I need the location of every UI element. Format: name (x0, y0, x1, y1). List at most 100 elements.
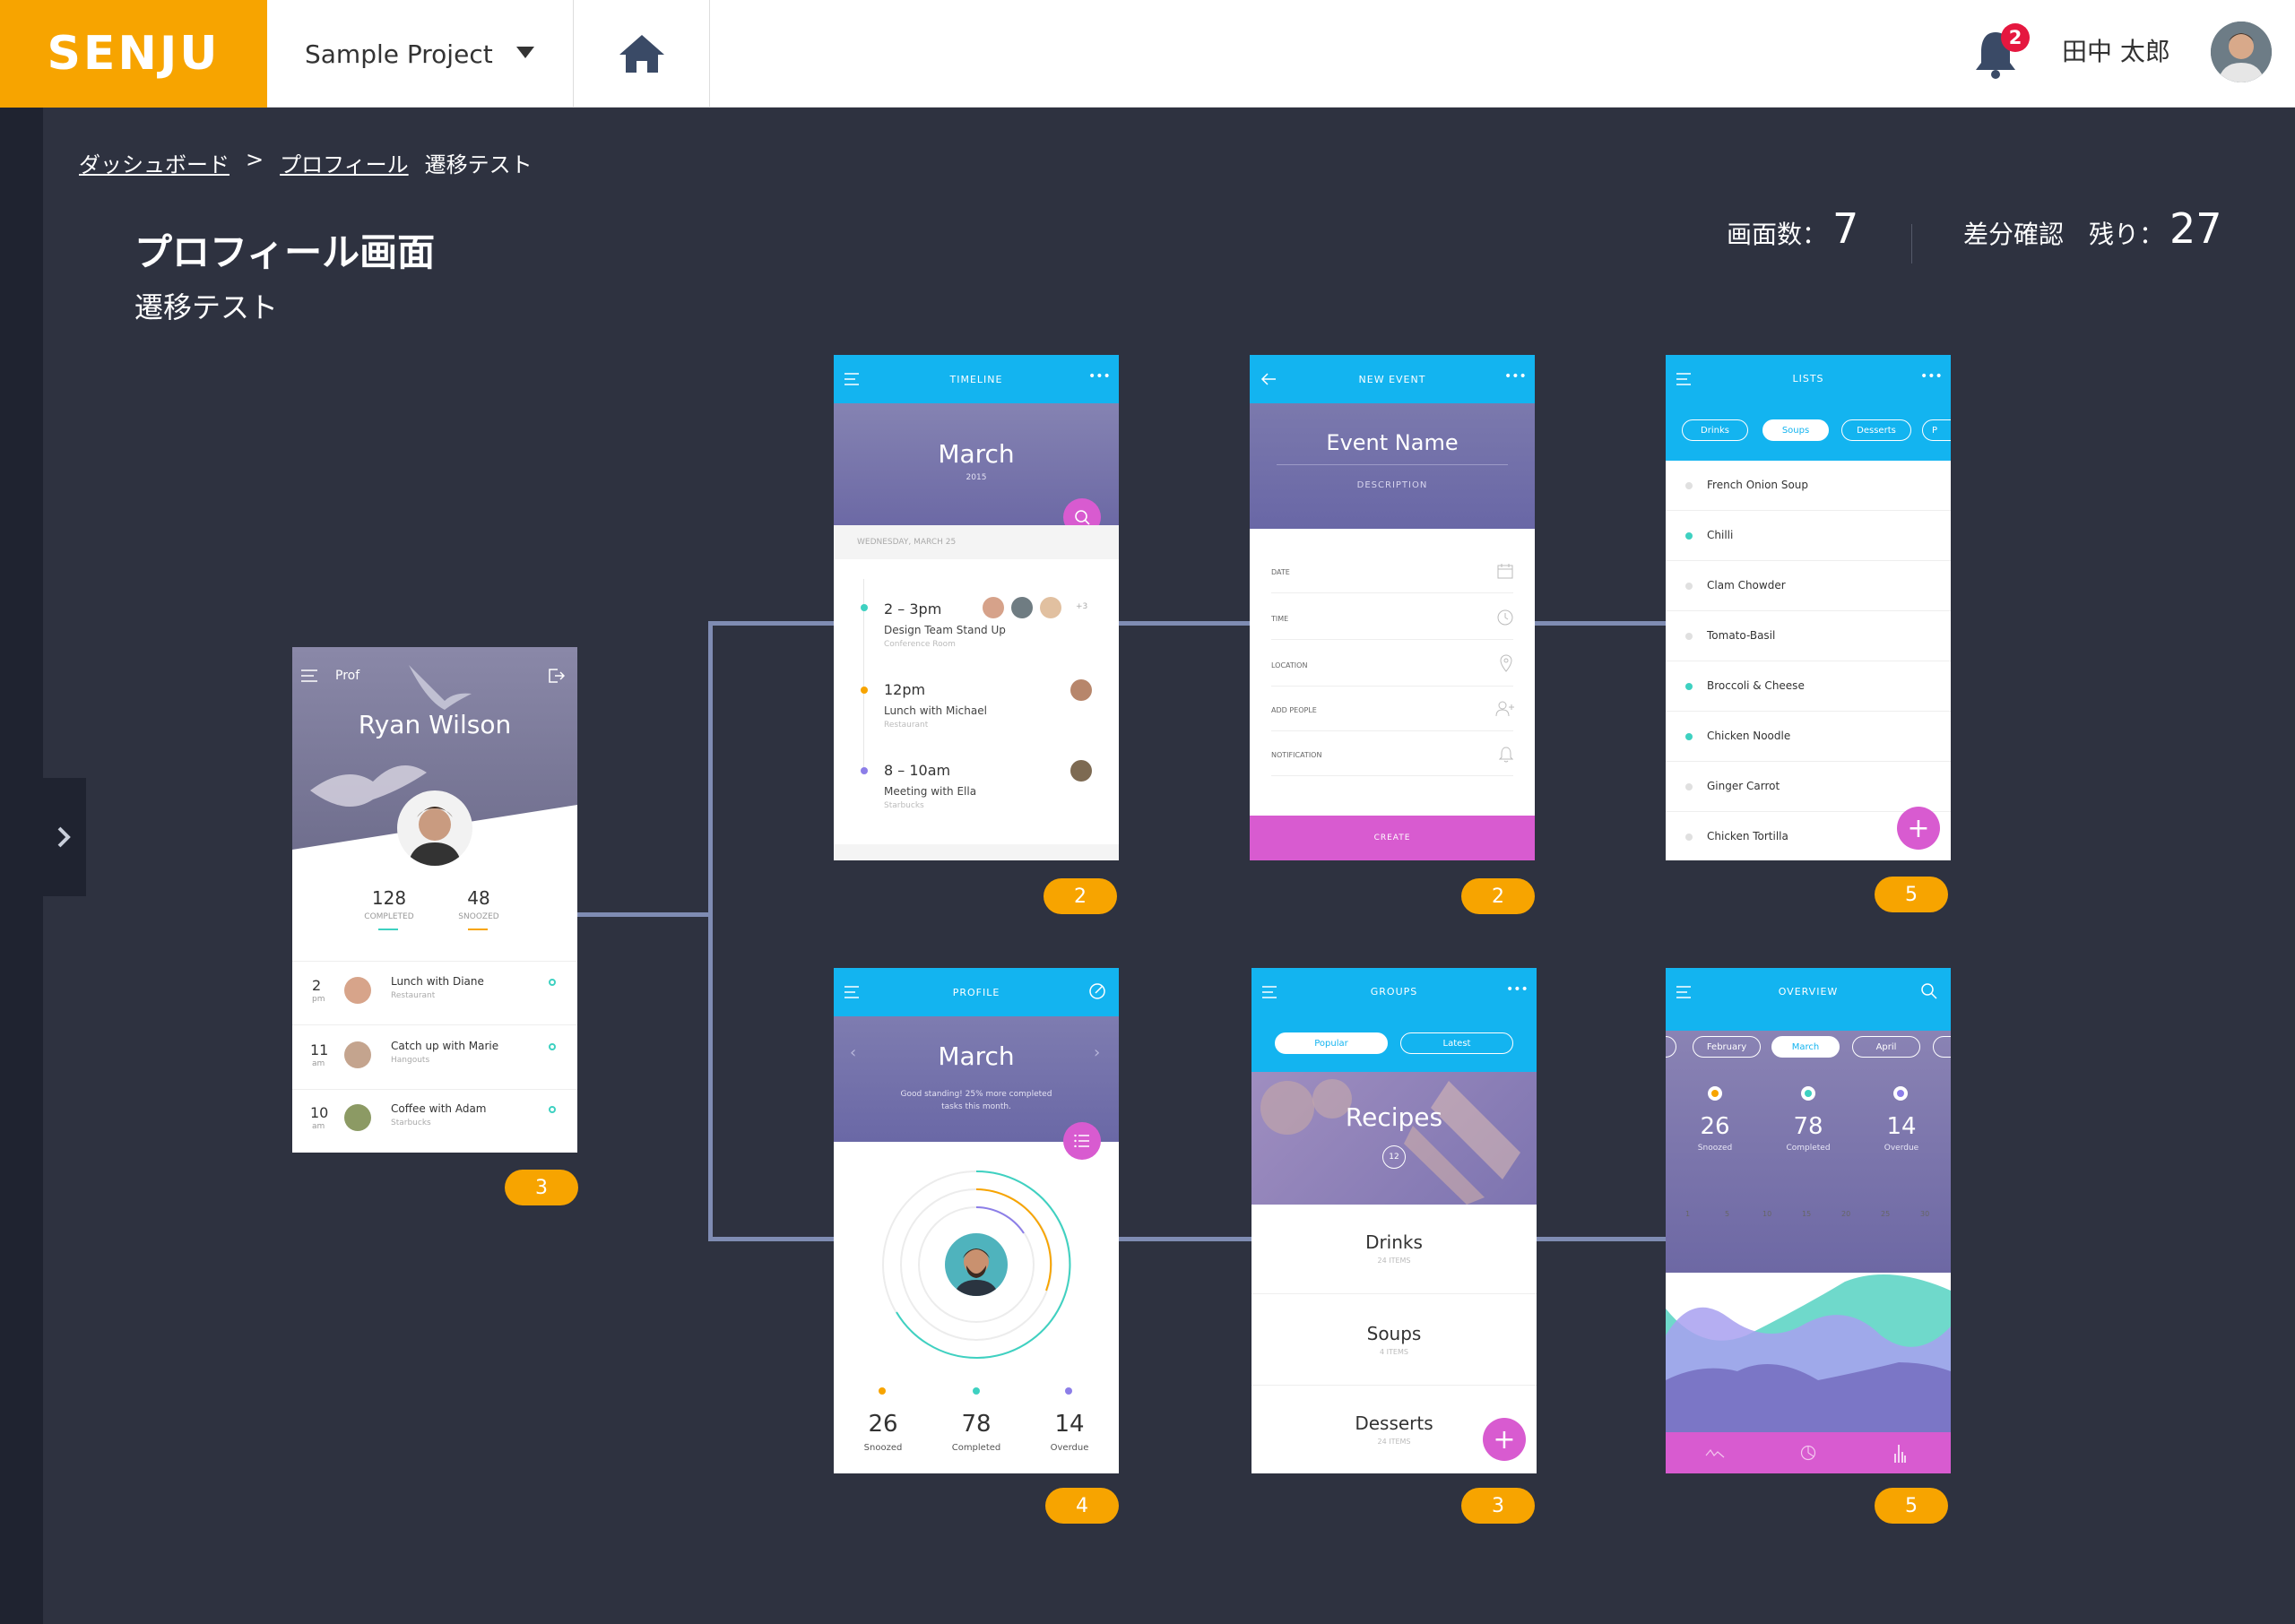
transition-count-badge[interactable]: 3 (1461, 1488, 1535, 1524)
menu-icon[interactable] (1676, 373, 1693, 385)
transition-count-badge[interactable]: 5 (1875, 877, 1948, 912)
time-field[interactable]: TIME (1271, 599, 1513, 640)
screen-overview[interactable]: OVERVIEW February March April 26 Snoozed… (1666, 968, 1951, 1473)
avatar (1070, 760, 1092, 782)
completed-bar (378, 929, 398, 930)
tab-popular[interactable]: Popular (1275, 1032, 1388, 1054)
breadcrumb: ダッシュボード > プロフィール 遷移テスト (79, 147, 533, 178)
screen-profile-start[interactable]: Prof Ryan Wilson 128 COMPLETED 48 SNOOZE… (292, 647, 577, 1153)
list-item[interactable]: Broccoli & Cheese (1666, 661, 1951, 712)
event-dot (861, 767, 868, 774)
menu-icon[interactable] (844, 373, 861, 385)
more-icon[interactable]: ••• (1088, 369, 1111, 384)
tab-desserts[interactable]: Desserts (1841, 419, 1911, 441)
menu-icon[interactable] (844, 986, 861, 998)
breadcrumb-dashboard[interactable]: ダッシュボード (79, 147, 230, 178)
chevron-down-icon (516, 47, 534, 58)
create-button[interactable]: CREATE (1250, 816, 1535, 860)
tab-more[interactable]: P (1922, 419, 1951, 441)
logo[interactable]: SENJU (0, 0, 267, 108)
list-item[interactable]: Chilli (1666, 511, 1951, 561)
list-item[interactable]: Tomato-Basil (1666, 611, 1951, 661)
screen-lists[interactable]: LISTS ••• Drinks Soups Desserts P French… (1666, 355, 1951, 860)
list-item[interactable]: 10 am Coffee with Adam Starbucks (292, 1092, 577, 1153)
list-item[interactable]: 11 am Catch up with Marie Hangouts (292, 1027, 577, 1090)
menu-icon[interactable] (1676, 986, 1693, 998)
group-item-drinks[interactable]: Drinks 24 ITEMS (1251, 1205, 1537, 1294)
tab-soups[interactable]: Soups (1762, 419, 1829, 441)
diff-remaining-value: 27 (2169, 204, 2222, 253)
tab-latest[interactable]: Latest (1400, 1032, 1513, 1054)
location-field[interactable]: LOCATION (1271, 645, 1513, 687)
plus-icon: + (1907, 812, 1930, 844)
status-dot (549, 979, 556, 986)
search-icon[interactable] (1920, 982, 1938, 1000)
search-icon (1075, 510, 1090, 525)
add-button[interactable]: + (1897, 807, 1940, 850)
back-arrow-icon[interactable] (1260, 371, 1277, 387)
more-icon[interactable]: ••• (1504, 369, 1527, 384)
recipes-hero[interactable]: Recipes 12 (1251, 1072, 1537, 1205)
list-item[interactable]: Clam Chowder (1666, 561, 1951, 611)
screen-groups[interactable]: GROUPS ••• Popular Latest Recipes 12 Dri… (1251, 968, 1537, 1473)
bar-chart-icon[interactable] (1893, 1443, 1906, 1463)
snoozed-value: 26 (868, 1411, 898, 1438)
logout-icon[interactable] (547, 667, 565, 685)
transition-count-badge[interactable]: 3 (505, 1170, 578, 1205)
group-item-soups[interactable]: Soups 4 ITEMS (1251, 1296, 1537, 1386)
app-bar-title: GROUPS (1370, 986, 1418, 998)
page-subtitle: 遷移テスト (134, 290, 279, 324)
connector (577, 912, 710, 917)
screen-timeline[interactable]: TIMELINE ••• March 2015 WEDNESDAY, MARCH… (834, 355, 1119, 860)
add-button[interactable]: + (1483, 1418, 1526, 1461)
description-field[interactable]: DESCRIPTION (1250, 480, 1535, 490)
pie-chart-icon[interactable] (1800, 1445, 1816, 1461)
event-name-field[interactable]: Event Name (1250, 430, 1535, 455)
tab-april[interactable]: April (1852, 1036, 1920, 1058)
transition-count-badge[interactable]: 4 (1045, 1488, 1119, 1524)
connector (1117, 1237, 1251, 1241)
screen-count: 画面数： 7 (1727, 204, 1858, 253)
app-bar-title: OVERVIEW (1778, 986, 1839, 998)
progress-message-line2: tasks this month. (941, 1102, 1011, 1111)
home-button[interactable] (574, 0, 710, 108)
notification-field[interactable]: NOTIFICATION (1271, 735, 1513, 776)
more-icon[interactable]: ••• (1506, 982, 1529, 997)
activity-icon[interactable] (1705, 1447, 1725, 1459)
transition-count-badge[interactable]: 2 (1044, 878, 1117, 914)
user-name[interactable]: 田中 太郎 (2062, 32, 2170, 68)
list-item[interactable]: Chicken Noodle (1666, 712, 1951, 762)
snoozed-label: Snoozed (863, 1443, 903, 1453)
transition-count-badge[interactable]: 5 (1875, 1488, 1948, 1524)
appointment-list: 2 pm Lunch with Diane Restaurant 11 am C… (292, 963, 577, 1153)
date-field[interactable]: DATE (1271, 552, 1513, 593)
menu-icon[interactable] (1262, 986, 1278, 998)
completed-dot (973, 1387, 980, 1395)
screen-profile[interactable]: PROFILE ‹ › March Good standing! 25% mor… (834, 968, 1119, 1473)
edit-icon[interactable] (1088, 982, 1106, 1000)
more-icon[interactable]: ••• (1920, 369, 1943, 384)
tab-march[interactable]: March (1771, 1036, 1840, 1058)
overdue-label: Overdue (1050, 1443, 1089, 1453)
avatar (344, 1104, 371, 1131)
project-selector[interactable]: Sample Project (267, 0, 574, 108)
sidebar-toggle[interactable] (43, 778, 86, 896)
list-item[interactable]: French Onion Soup (1666, 461, 1951, 511)
app-bar: OVERVIEW (1666, 968, 1951, 1031)
transition-count-badge[interactable]: 2 (1461, 878, 1535, 914)
list-item[interactable]: 2 pm Lunch with Diane Restaurant (292, 963, 577, 1025)
event-hero: Event Name DESCRIPTION (1250, 403, 1535, 529)
overdue-label: Overdue (1884, 1144, 1919, 1153)
screen-new-event[interactable]: NEW EVENT ••• Event Name DESCRIPTION DAT… (1250, 355, 1535, 860)
soup-list: French Onion Soup Chilli Clam Chowder To… (1666, 461, 1951, 860)
tab-drinks[interactable]: Drinks (1682, 419, 1748, 441)
list-item[interactable]: Ginger Carrot (1666, 762, 1951, 812)
user-avatar[interactable] (2211, 22, 2272, 82)
breadcrumb-profile[interactable]: プロフィール (280, 147, 409, 178)
tab-february[interactable]: February (1693, 1036, 1761, 1058)
notification-badge: 2 (2001, 23, 2030, 52)
add-people-field[interactable]: ADD PEOPLE (1271, 690, 1514, 731)
app-bar-title: PROFILE (952, 986, 1000, 998)
list-button[interactable] (1063, 1122, 1101, 1160)
menu-icon[interactable] (301, 669, 319, 683)
